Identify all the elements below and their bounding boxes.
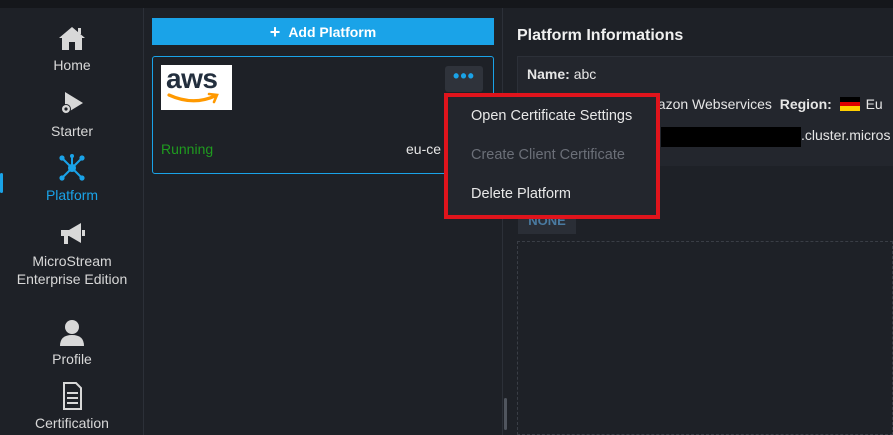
user-icon [60,320,84,346]
redacted-block [661,127,801,147]
region-value: Eu [865,96,883,112]
sidebar-item-microstream-enterprise[interactable]: MicroStream Enterprise Edition [0,220,144,288]
platform-card[interactable]: aws ••• Running eu-ce [152,56,494,174]
host-value: .cluster.micros [801,127,891,143]
aws-logo: aws [161,63,232,110]
name-label: Name: [527,66,570,82]
platform-context-menu: Open Certificate Settings Create Client … [448,97,656,215]
sidebar-item-certification[interactable]: Certification [0,382,144,432]
region-code: eu-ce [406,141,442,157]
menu-item-delete-platform[interactable]: Delete Platform [448,175,656,214]
sidebar-item-label: MicroStream Enterprise Edition [16,253,128,287]
aws-smile-icon [167,92,219,104]
menu-item-create-client-certificate: Create Client Certificate [471,147,625,163]
sidebar-item-platform[interactable]: Platform [0,154,144,204]
add-platform-button[interactable]: + Add Platform [152,18,494,45]
plus-icon: + [269,21,281,42]
drop-area [517,241,893,435]
top-bar [0,0,893,8]
provider-row: nazon Webservices Region: Eu [650,96,883,112]
add-platform-label: Add Platform [288,23,377,40]
name-value: abc [573,66,597,82]
scrollbar-track [502,8,508,435]
sidebar-item-home[interactable]: Home [0,24,144,74]
more-options-button[interactable]: ••• [445,66,483,92]
sidebar-item-label: Starter [50,123,93,139]
sidebar-item-label: Platform [45,187,99,203]
name-row: Name: abc [527,66,596,82]
status-badge: Running [161,141,214,157]
platform-list-panel: + Add Platform aws ••• Running eu-ce [145,8,503,435]
document-icon [63,382,82,410]
rocket-gear-icon [61,92,83,114]
scrollbar-thumb[interactable] [504,398,507,430]
provider-value: nazon Webservices [650,96,772,112]
home-icon [59,27,85,50]
sidebar-item-starter[interactable]: Starter [0,90,144,140]
page-title: Platform Informations [517,27,684,44]
network-icon [59,154,85,181]
region-label: Region: [779,96,832,112]
sidebar-item-label: Profile [52,351,92,367]
sidebar-item-label: Home [53,57,91,73]
menu-item-open-certificate-settings[interactable]: Open Certificate Settings [448,97,656,136]
sidebar: Home Starter Platform MicroStream Enterp… [0,8,144,435]
sidebar-item-profile[interactable]: Profile [0,318,144,368]
germany-flag-icon [839,97,860,111]
platform-details-panel: Platform Informations Name: abc nazon We… [509,8,893,435]
megaphone-icon [61,223,85,244]
sidebar-item-label: Certification [35,415,109,431]
